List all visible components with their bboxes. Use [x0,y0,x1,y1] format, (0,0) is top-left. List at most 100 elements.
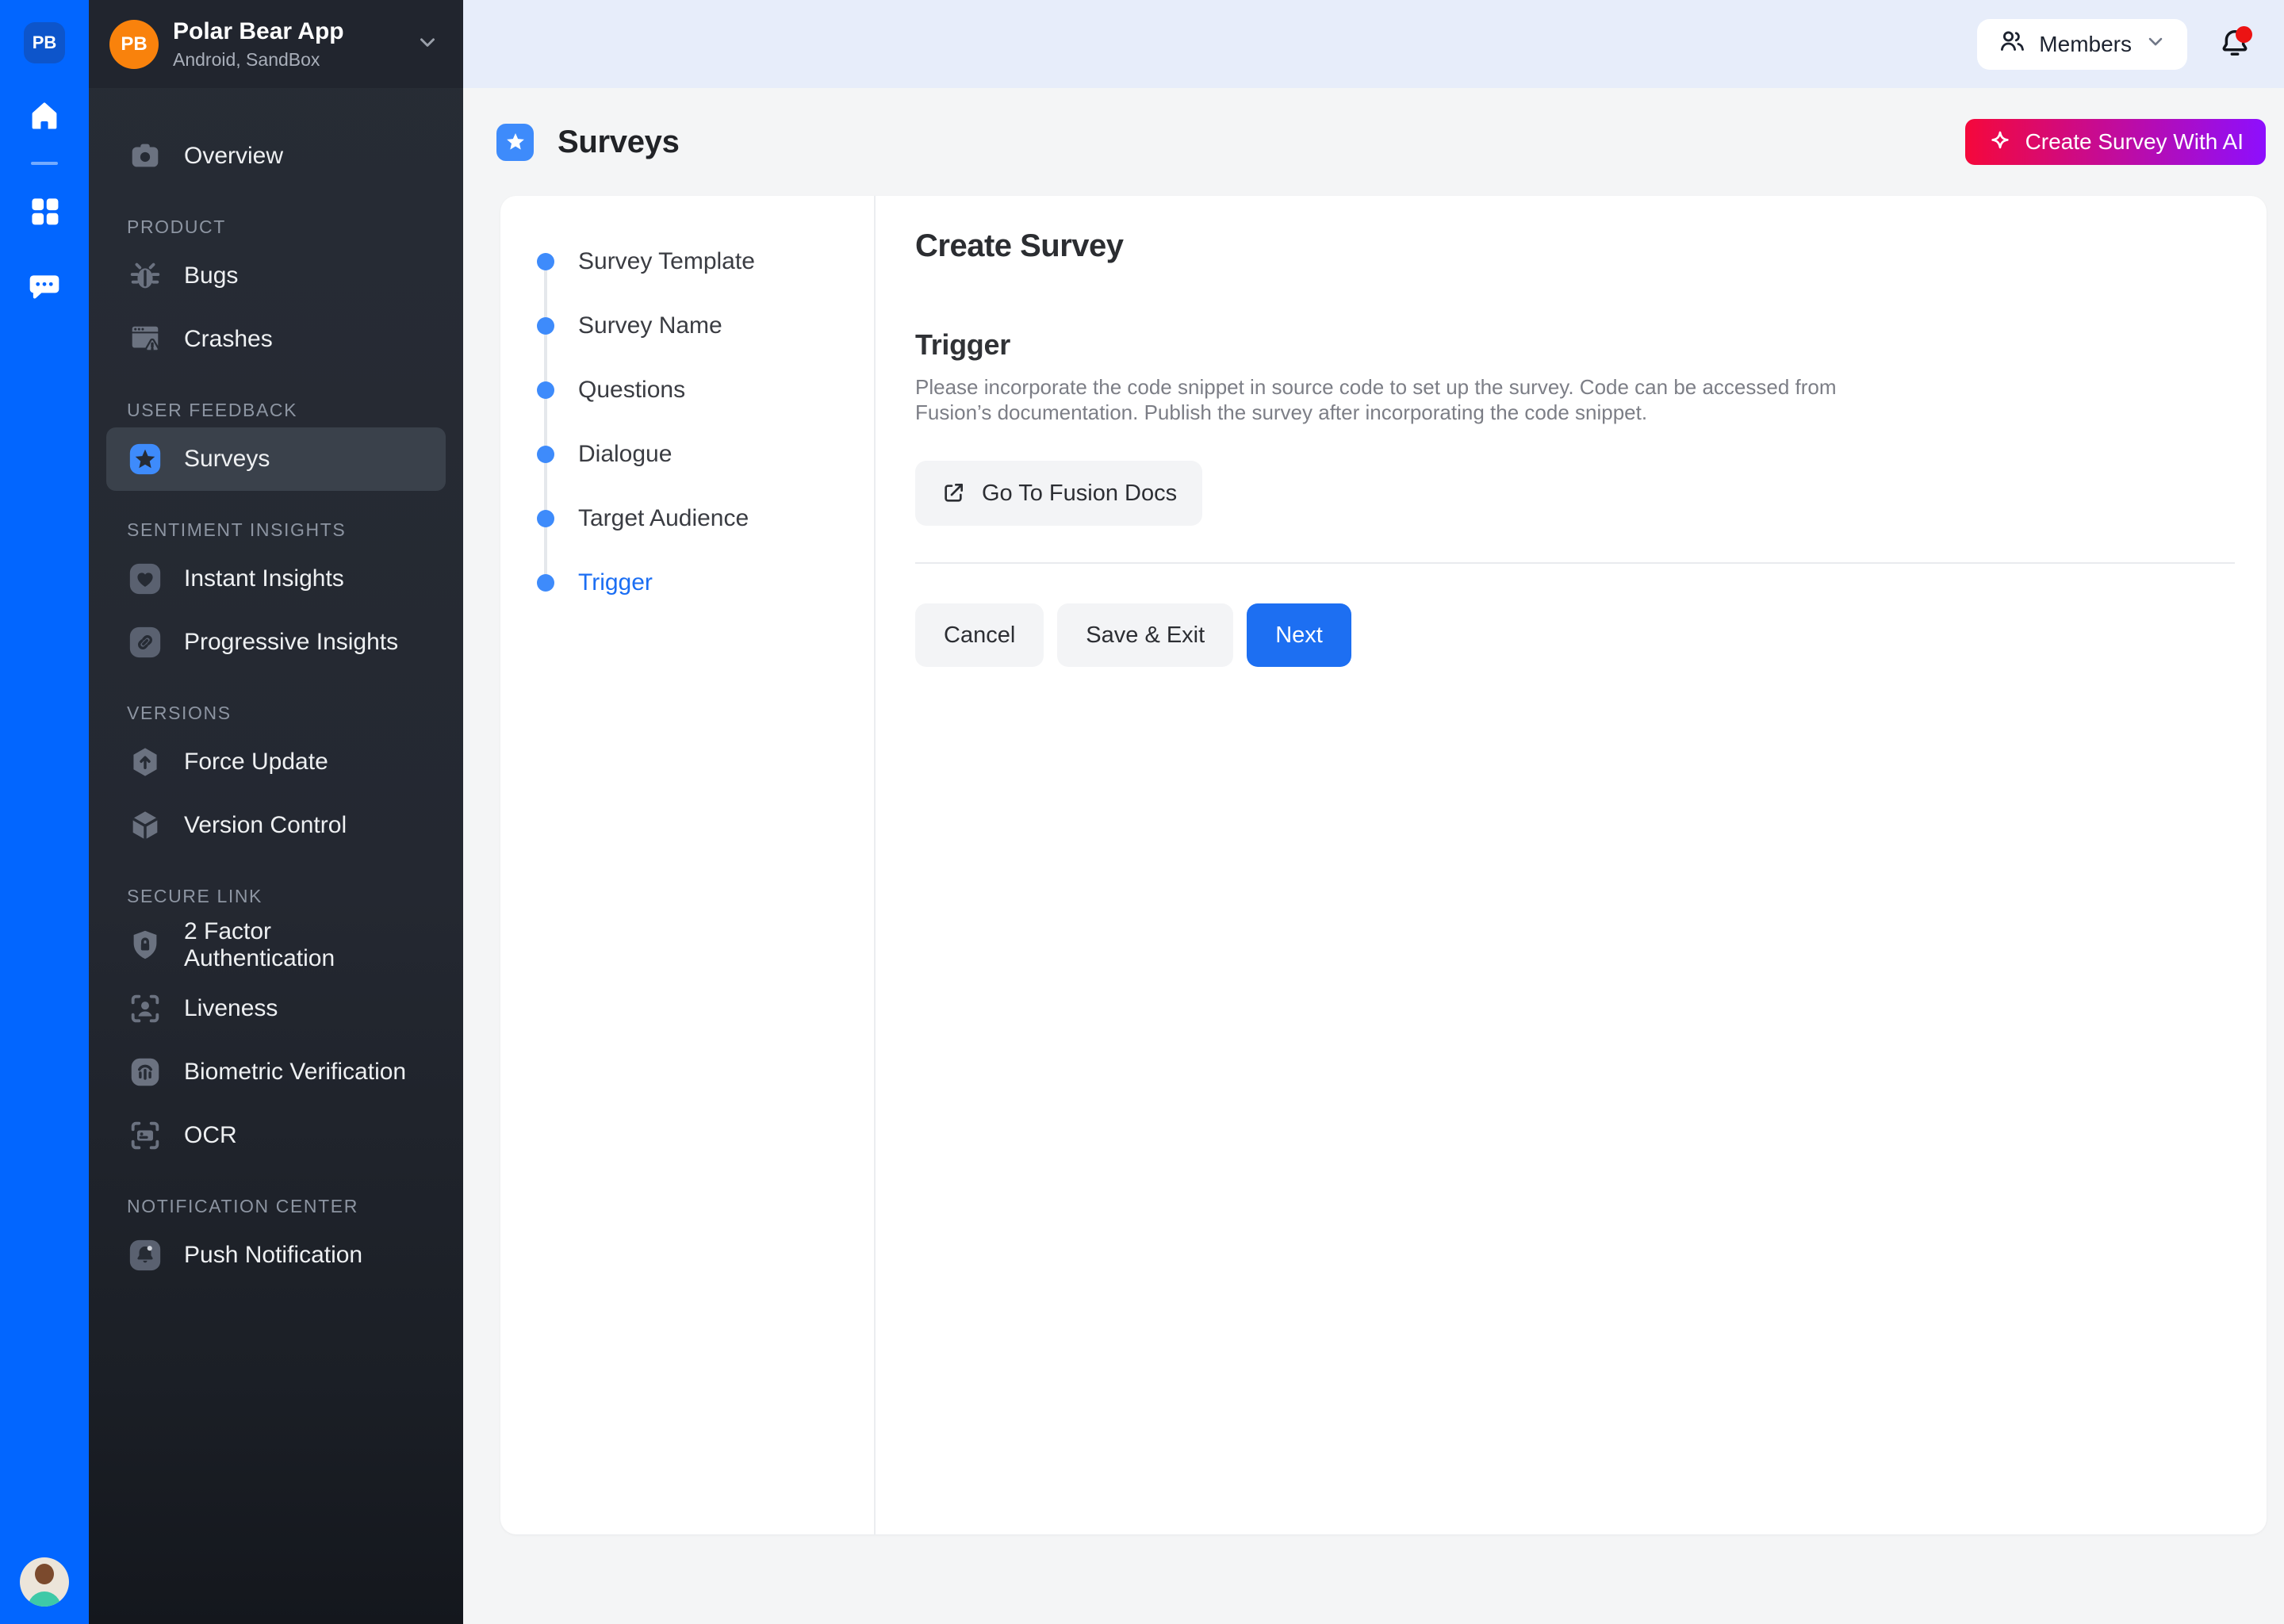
cancel-button[interactable]: Cancel [915,603,1044,667]
go-to-fusion-docs-button[interactable]: Go To Fusion Docs [915,461,1202,526]
sidebar-item-2fa[interactable]: 2 Factor Authentication [106,914,446,977]
trigger-description: Please incorporate the code snippet in s… [915,374,1847,425]
chat-icon[interactable] [24,268,65,306]
crash-window-icon [127,321,163,358]
sidebar-item-label: Surveys [184,446,270,473]
members-label: Members [2039,32,2132,57]
sidebar-item-label: Version Control [184,812,347,839]
card-scan-icon [127,1117,163,1154]
sidebar-nav: Overview PRODUCT Bugs Crashes USER FEEDB… [89,88,463,1311]
sidebar-item-label: 2 Factor Authentication [184,918,425,972]
home-icon[interactable] [24,97,65,135]
external-link-icon [941,481,966,506]
wizard-title: Create Survey [915,228,2235,264]
rail-divider [31,162,58,165]
chevron-down-icon [2144,30,2167,58]
step-dot [537,510,554,527]
sidebar-section-secure-link: SECURE LINK [127,886,443,907]
sidebar-item-label: Force Update [184,749,328,776]
bell-badge-icon [127,1237,163,1274]
sidebar-item-liveness[interactable]: Liveness [106,977,446,1040]
main-area: Members Surveys Create Survey With AI [463,0,2284,1624]
wizard-content: Create Survey Trigger Please incorporate… [876,196,2267,1534]
apps-grid-icon[interactable] [24,192,65,230]
sidebar-item-label: OCR [184,1122,237,1149]
sidebar-item-label: Bugs [184,262,238,289]
sidebar-item-label: Crashes [184,326,273,353]
step-dot [537,253,554,270]
content-divider [915,562,2235,564]
step-survey-template[interactable]: Survey Template [500,229,874,293]
step-questions[interactable]: Questions [500,358,874,422]
sidebar-item-ocr[interactable]: OCR [106,1104,446,1167]
sidebar-item-label: Push Notification [184,1242,362,1269]
step-dot [537,446,554,463]
surveys-star-icon [127,441,163,477]
app-avatar: PB [109,20,159,69]
sidebar-item-progressive-insights[interactable]: Progressive Insights [106,611,446,674]
sidebar-item-crashes[interactable]: Crashes [106,308,446,371]
create-survey-card: Survey Template Survey Name Questions Di… [500,196,2267,1534]
page-title: Surveys [558,124,680,160]
create-survey-ai-label: Create Survey With AI [2025,129,2244,155]
sidebar-section-sentiment-insights: SENTIMENT INSIGHTS [127,519,443,541]
step-dot [537,317,554,335]
app-switcher[interactable]: PB Polar Bear App Android, SandBox [89,0,463,88]
sidebar-item-instant-insights[interactable]: Instant Insights [106,547,446,611]
fingerprint-icon [127,1054,163,1090]
wizard-stepper: Survey Template Survey Name Questions Di… [500,196,876,1534]
sidebar: PB Polar Bear App Android, SandBox Overv… [89,0,463,1624]
members-button[interactable]: Members [1977,19,2187,70]
go-to-fusion-docs-label: Go To Fusion Docs [982,481,1177,507]
icon-rail: PB [0,0,89,1624]
sidebar-item-label: Progressive Insights [184,629,398,656]
cube-icon [127,807,163,844]
bug-icon [127,258,163,294]
sidebar-item-surveys[interactable]: Surveys [106,427,446,491]
sidebar-item-label: Instant Insights [184,565,344,592]
sidebar-item-push-notification[interactable]: Push Notification [106,1224,446,1287]
shield-lock-icon [127,927,163,963]
sidebar-section-notification-center: NOTIFICATION CENTER [127,1196,443,1217]
sparkle-icon [1987,129,2013,155]
sidebar-section-versions: VERSIONS [127,703,443,724]
save-exit-button[interactable]: Save & Exit [1057,603,1233,667]
topbar: Members [463,0,2284,88]
notification-dot [2236,26,2252,43]
app-root: PB PB Polar Bear App Android, SandBox [0,0,2284,1624]
sidebar-item-label: Liveness [184,995,278,1022]
sidebar-item-overview[interactable]: Overview [106,124,446,188]
face-scan-icon [127,990,163,1027]
sidebar-section-user-feedback: USER FEEDBACK [127,400,443,421]
wizard-actions: Cancel Save & Exit Next [915,603,2235,667]
sidebar-item-label: Overview [184,143,283,170]
app-platform: Android, SandBox [173,49,344,71]
step-target-audience[interactable]: Target Audience [500,486,874,550]
link-badge-icon [127,624,163,661]
next-button[interactable]: Next [1247,603,1351,667]
workspace-logo[interactable]: PB [24,22,65,63]
sidebar-item-biometric-verification[interactable]: Biometric Verification [106,1040,446,1104]
step-survey-name[interactable]: Survey Name [500,293,874,358]
page-header: Surveys Create Survey With AI [463,88,2284,196]
chevron-down-icon [416,30,439,58]
create-survey-ai-button[interactable]: Create Survey With AI [1965,119,2266,165]
sidebar-item-label: Biometric Verification [184,1059,406,1086]
step-dialogue[interactable]: Dialogue [500,422,874,486]
hexagon-up-arrow-icon [127,744,163,780]
trigger-heading: Trigger [915,328,2235,362]
overview-icon [127,138,163,174]
members-icon [1998,27,2026,61]
sidebar-section-product: PRODUCT [127,216,443,238]
step-trigger[interactable]: Trigger [500,550,874,615]
step-dot [537,574,554,592]
user-avatar[interactable] [20,1557,69,1607]
step-dot [537,381,554,399]
surveys-page-icon [496,124,534,161]
sidebar-item-force-update[interactable]: Force Update [106,730,446,794]
sidebar-item-bugs[interactable]: Bugs [106,244,446,308]
notifications-bell-icon[interactable] [2216,25,2254,63]
app-name: Polar Bear App [173,18,344,45]
sidebar-item-version-control[interactable]: Version Control [106,794,446,857]
heart-badge-icon [127,561,163,597]
